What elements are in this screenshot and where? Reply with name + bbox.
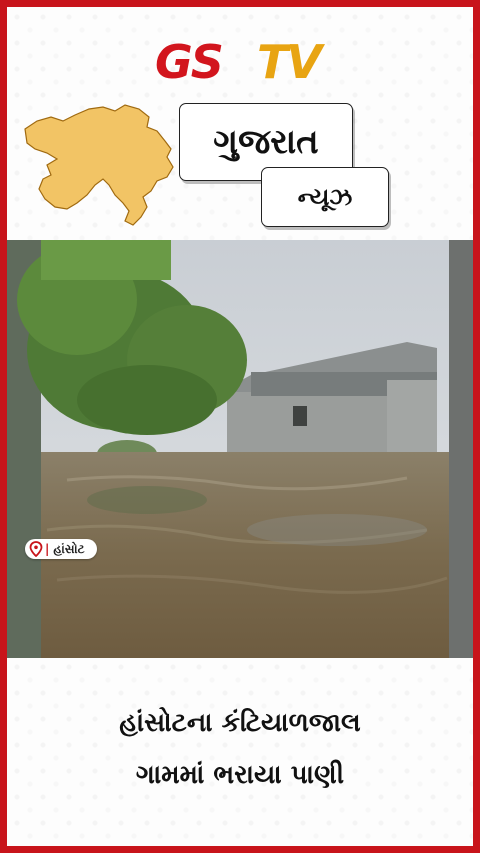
location-label: હાંસોટ [53, 541, 85, 556]
location-badge: | હાંસોટ [25, 539, 97, 559]
gujarat-map-icon [24, 104, 174, 226]
logo-gs-text: GS [155, 35, 224, 89]
flood-photo [7, 240, 473, 658]
gujarat-title: ગુજરાત [213, 122, 319, 162]
headline-line1: હાંસોટના કંટિયાળજાલ [119, 708, 361, 738]
gstv-logo: GS TV [153, 37, 327, 87]
location-pin-icon [29, 541, 43, 557]
headline: હાંસોટના કંટિયાળજાલ ગામમાં ભરાયા પાણી [7, 697, 473, 801]
logo-tv-text: TV [257, 35, 322, 89]
headline-line2: ગામમાં ભરાયા પાણી [135, 760, 345, 790]
location-separator: | [45, 542, 50, 556]
news-card: GS TV ગુજરાત ન્યૂઝ | હાંસોટ હાંસોટના કંટ… [7, 7, 473, 846]
news-subtitle-box: ન્યૂઝ [261, 167, 389, 227]
news-subtitle: ન્યૂઝ [297, 183, 353, 211]
